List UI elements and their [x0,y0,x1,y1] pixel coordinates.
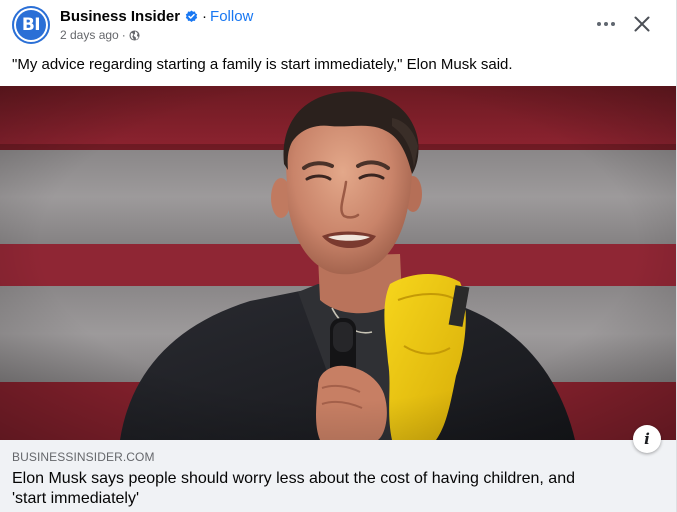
facebook-post: BI Business Insider · Follow 2 days ago … [0,0,677,512]
headline-line-2: 'start immediately' [12,490,140,507]
close-post-button[interactable] [626,8,658,40]
follow-separator: · [202,7,208,25]
link-headline[interactable]: Elon Musk says people should worry less … [12,469,652,509]
link-preview-card[interactable]: BUSINESSINSIDER.COM Elon Musk says peopl… [0,440,677,512]
globe-icon[interactable] [129,29,140,41]
page-name-line: Business Insider · Follow [60,7,253,25]
post-caption: "My advice regarding starting a family i… [12,56,513,73]
post-timestamp[interactable]: 2 days ago [60,28,119,42]
follow-button[interactable]: Follow [210,8,253,25]
photo-illustration [0,86,677,440]
more-options-button[interactable] [590,8,622,40]
headline-line-1: Elon Musk says people should worry less … [12,470,575,487]
page-name-link[interactable]: Business Insider [60,8,180,25]
verified-badge-icon [185,9,198,22]
info-icon[interactable]: i [633,425,661,453]
meta-separator: · [121,28,126,42]
post-meta: 2 days ago · [60,28,140,42]
post-image[interactable] [0,86,677,440]
close-icon [634,16,650,32]
more-options-icon [597,22,615,26]
link-domain: BUSINESSINSIDER.COM [12,450,155,464]
page-avatar[interactable]: BI [12,6,50,44]
post-header: BI Business Insider · Follow 2 days ago … [0,0,677,50]
